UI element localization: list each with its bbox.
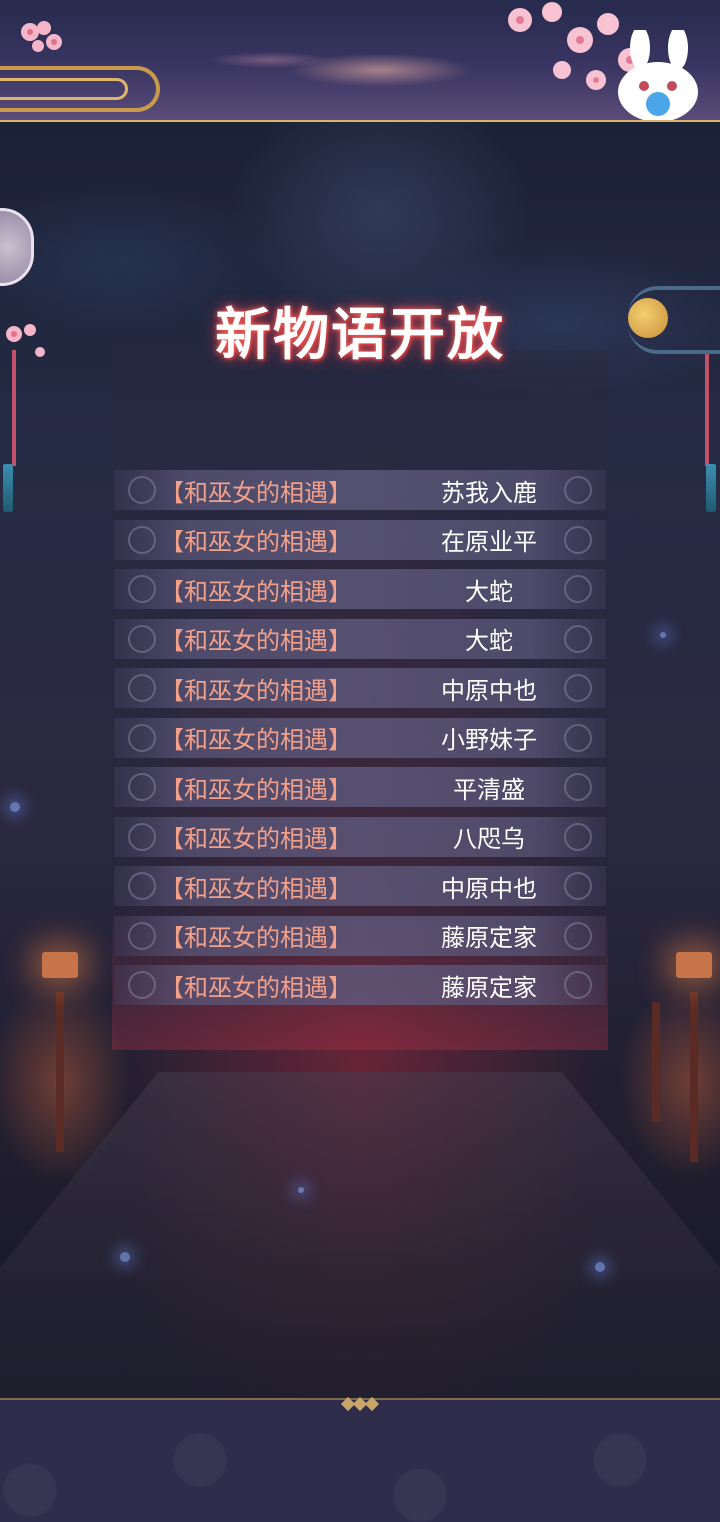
character-name: 平清盛 (453, 775, 525, 804)
list-item[interactable]: 【和巫女的相遇】 藤原定家 (114, 915, 606, 956)
story-list: 【和巫女的相遇】 苏我入鹿 【和巫女的相遇】 在原业平 【和巫女的相遇】 大蛇 【和巫… (114, 470, 606, 1015)
event-label: 【和巫女的相遇】 (160, 825, 352, 853)
list-item[interactable]: 【和巫女的相遇】 在原业平 (114, 519, 606, 560)
list-item[interactable]: 【和巫女的相遇】 小野妹子 (114, 717, 606, 758)
cherry-blossom-icon (21, 21, 62, 52)
firefly (660, 632, 666, 638)
lantern-icon (676, 952, 712, 978)
list-item[interactable]: 【和巫女的相遇】 苏我入鹿 (114, 470, 606, 510)
character-name: 中原中也 (441, 874, 537, 903)
event-label: 【和巫女的相遇】 (160, 478, 352, 507)
event-label: 【和巫女的相遇】 (160, 775, 352, 804)
left-tassel-icon (3, 464, 13, 512)
firefly (298, 1187, 304, 1193)
character-name: 苏我入鹿 (441, 478, 537, 507)
character-name: 藤原定家 (441, 973, 537, 1002)
event-label: 【和巫女的相遇】 (160, 577, 352, 606)
character-name: 藤原定家 (441, 924, 537, 952)
right-tassel-icon (706, 464, 716, 512)
list-item[interactable]: 【和巫女的相遇】 八咫乌 (114, 816, 606, 857)
bottom-bar (0, 1398, 720, 1522)
rabbit-mascot-icon (618, 30, 698, 120)
character-name: 中原中也 (441, 676, 537, 705)
character-name: 小野妹子 (441, 726, 537, 754)
event-label: 【和巫女的相遇】 (160, 676, 352, 705)
list-item[interactable]: 【和巫女的相遇】 平清盛 (114, 767, 606, 807)
event-label: 【和巫女的相遇】 (160, 973, 352, 1002)
shrine-path (0, 1072, 720, 1398)
top-banner (0, 0, 720, 122)
event-label: 【和巫女的相遇】 (160, 528, 352, 556)
page-title: 新物语开放 (215, 302, 505, 368)
firefly (10, 802, 20, 812)
event-label: 【和巫女的相遇】 (160, 627, 352, 655)
event-label: 【和巫女的相遇】 (160, 874, 352, 903)
firefly (595, 1262, 605, 1272)
character-name: 八咫乌 (453, 825, 525, 853)
list-item[interactable]: 【和巫女的相遇】 大蛇 (114, 569, 606, 609)
lantern-icon (42, 952, 78, 978)
lantern-post (690, 992, 698, 1162)
list-item[interactable]: 【和巫女的相遇】 大蛇 (114, 618, 606, 659)
list-item[interactable]: 【和巫女的相遇】 藤原定家 (114, 965, 606, 1005)
lantern-post (56, 992, 64, 1152)
list-item[interactable]: 【和巫女的相遇】 中原中也 (114, 866, 606, 906)
list-item[interactable]: 【和巫女的相遇】 中原中也 (114, 668, 606, 708)
character-name: 大蛇 (465, 627, 513, 655)
gold-swirl-ornament (0, 66, 160, 112)
lantern-post (652, 1002, 660, 1122)
firefly (120, 1252, 130, 1262)
character-name: 大蛇 (465, 577, 513, 606)
event-label: 【和巫女的相遇】 (160, 726, 352, 754)
event-label: 【和巫女的相遇】 (160, 924, 352, 952)
character-name: 在原业平 (441, 528, 537, 556)
